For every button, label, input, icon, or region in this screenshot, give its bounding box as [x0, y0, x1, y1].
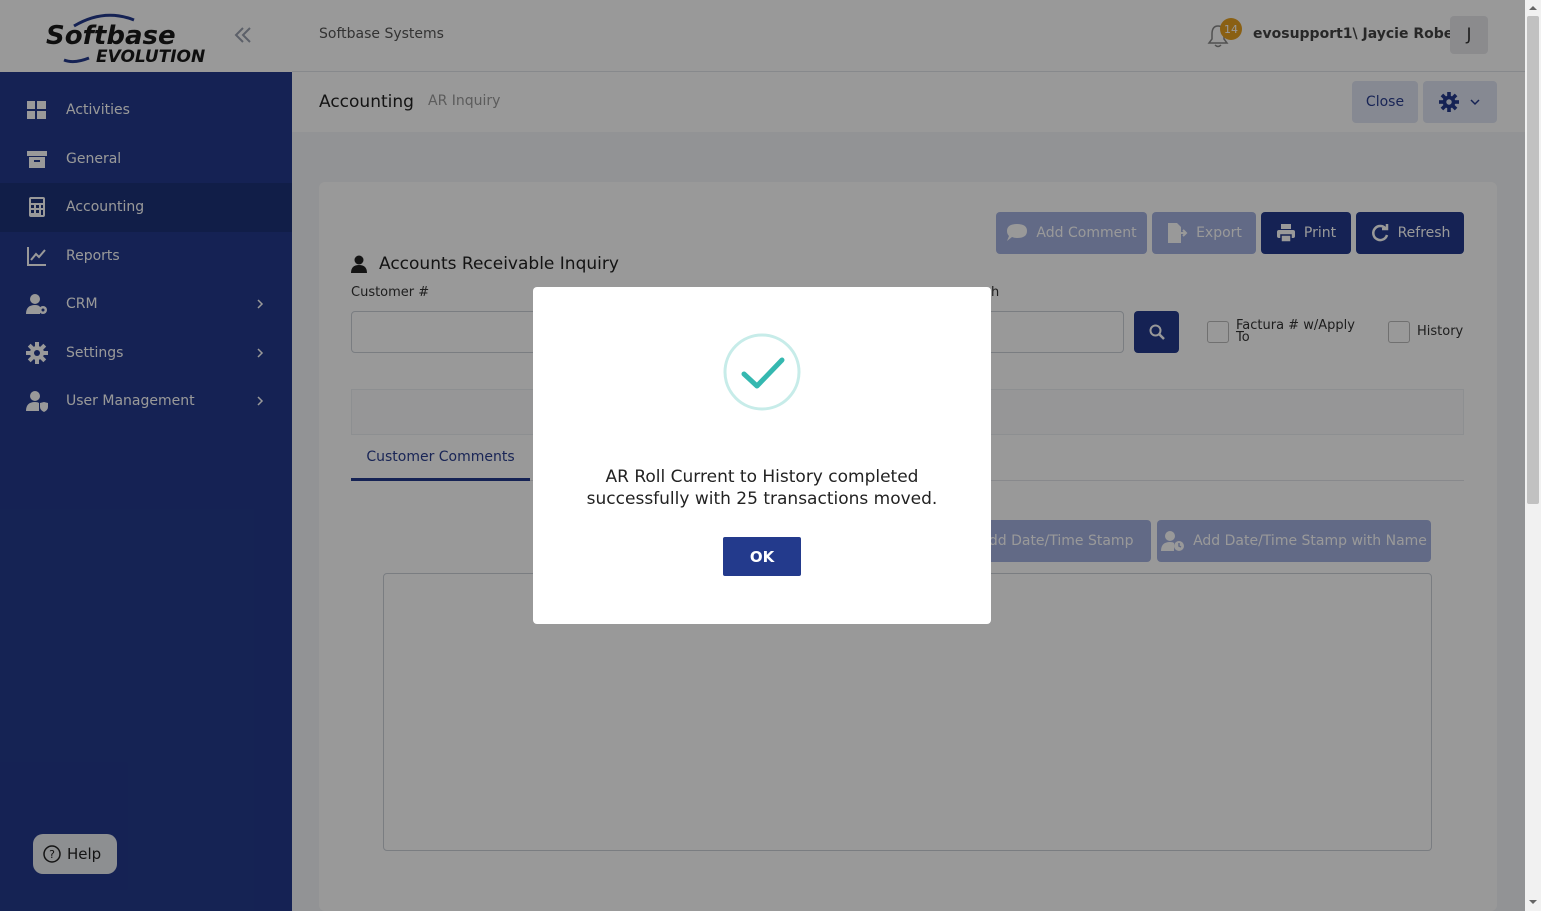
ok-button[interactable]: OK — [723, 537, 801, 576]
dialog-message: AR Roll Current to History completed suc… — [586, 467, 938, 509]
page-scrollbar[interactable] — [1525, 0, 1541, 911]
scrollbar-thumb[interactable] — [1527, 16, 1539, 504]
scroll-up-arrow-icon[interactable] — [1529, 4, 1537, 12]
success-check-icon — [723, 333, 801, 411]
scroll-down-arrow-icon[interactable] — [1529, 898, 1537, 906]
success-dialog: AR Roll Current to History completed suc… — [533, 287, 991, 624]
